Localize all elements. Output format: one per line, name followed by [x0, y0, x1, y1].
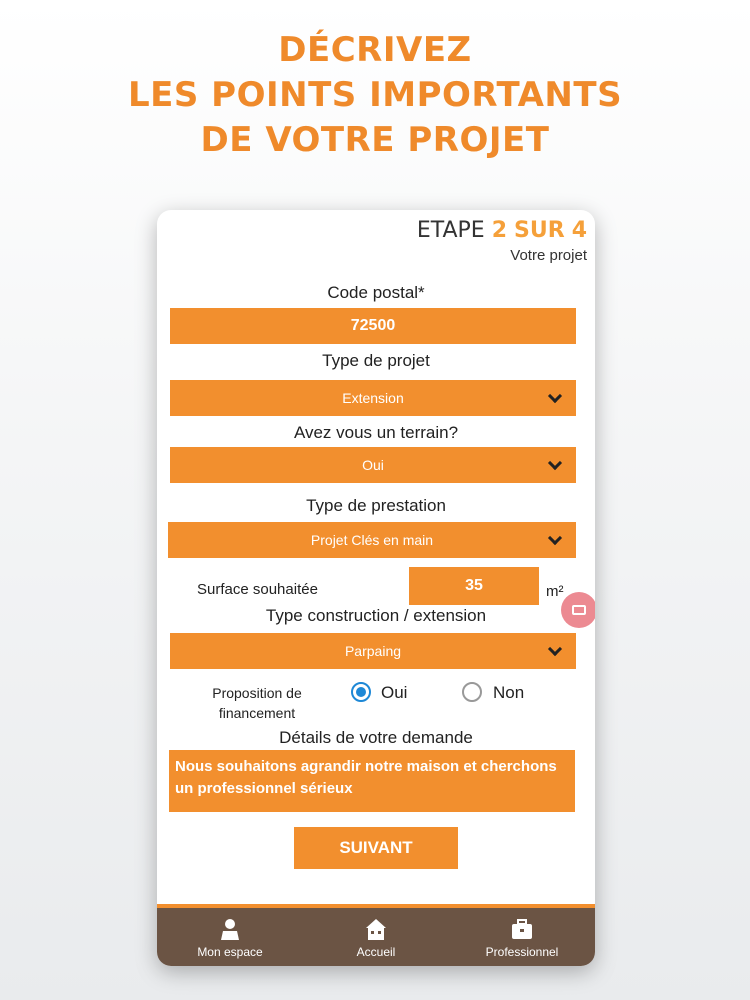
headline: DÉCRIVEZ LES POINTS IMPORTANTS DE VOTRE … [0, 28, 750, 163]
prestation-label: Type de prestation [306, 496, 446, 515]
headline-line-2: LES POINTS IMPORTANTS [127, 75, 623, 115]
terrain-label: Avez vous un terrain? [293, 423, 459, 442]
tab-accueil[interactable]: Accueil [303, 908, 449, 966]
terrain-select[interactable]: Oui [170, 447, 576, 483]
financing-yes-label: Oui [381, 683, 408, 702]
project-type-select[interactable]: Extension [170, 380, 576, 416]
postal-label: Code postal* [327, 283, 425, 302]
financing-label-line-2: financement [218, 705, 296, 721]
step-prefix: ETAPE [416, 218, 485, 243]
tab-label: Accueil [356, 945, 396, 959]
headline-line-1: DÉCRIVEZ [278, 30, 472, 70]
chevron-down-icon [547, 455, 563, 471]
tab-bar: Mon espace Accueil Professionnel [157, 904, 595, 966]
financing-yes-radio[interactable] [351, 682, 371, 702]
chevron-down-icon [547, 388, 563, 404]
surface-input[interactable]: 35 [409, 567, 539, 605]
phone-screen: ETAPE 2 SUR 4 Votre projet Code postal* … [157, 210, 595, 966]
financing-no-label: Non [493, 683, 525, 702]
project-type-label: Type de projet [322, 351, 430, 370]
financing-label: Proposition de financement [197, 683, 317, 723]
headline-line-3: DE VOTRE PROJET [200, 120, 550, 160]
surface-unit: m² [546, 583, 564, 600]
financing-label-line-1: Proposition de [212, 685, 302, 701]
tab-label: Mon espace [197, 945, 263, 959]
tab-professionnel[interactable]: Professionnel [449, 908, 595, 966]
surface-label: Surface souhaitée [197, 581, 318, 598]
step-sep: SUR [514, 218, 565, 243]
details-textarea[interactable]: Nous souhaitons agrandir notre maison et… [169, 750, 575, 812]
prestation-select[interactable]: Projet Clés en main [168, 522, 576, 558]
details-label: Détails de votre demande [279, 728, 473, 747]
construction-label: Type construction / extension [265, 606, 487, 625]
chevron-down-icon [547, 641, 563, 657]
chevron-down-icon [547, 530, 563, 546]
project-type-value: Extension [342, 390, 404, 406]
prestation-value: Projet Clés en main [310, 532, 434, 548]
briefcase-icon [512, 919, 532, 939]
postal-input[interactable]: 72500 [170, 308, 576, 344]
house-icon [366, 919, 386, 940]
terrain-value: Oui [362, 457, 384, 473]
step-indicator: ETAPE 2 SUR 4 [417, 218, 587, 243]
step-total: 4 [571, 218, 587, 243]
step-current: 2 [491, 218, 508, 243]
construction-value: Parpaing [344, 643, 402, 659]
tab-mon-espace[interactable]: Mon espace [157, 908, 303, 966]
financing-no-radio[interactable] [462, 682, 482, 702]
step-subtitle: Votre projet [510, 247, 587, 264]
tab-label: Professionnel [485, 945, 559, 959]
user-icon [221, 919, 239, 940]
submit-button[interactable]: SUIVANT [294, 827, 458, 869]
construction-select[interactable]: Parpaing [170, 633, 576, 669]
